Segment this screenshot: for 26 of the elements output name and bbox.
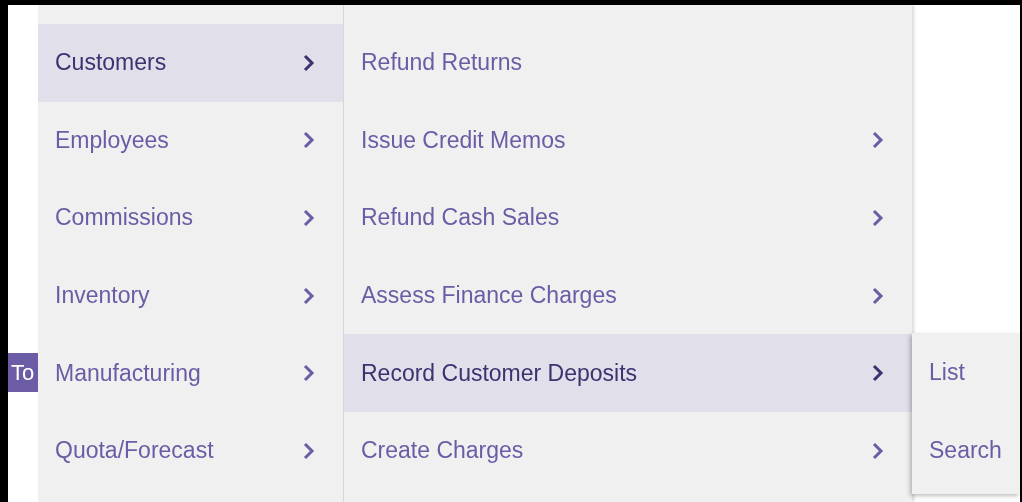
menu-item[interactable]: Employees xyxy=(38,101,343,180)
menu-item[interactable]: Assess Finance Charges xyxy=(344,256,912,335)
chevron-right-icon xyxy=(303,53,315,72)
menu-item[interactable]: Record Customer Deposits xyxy=(344,334,912,412)
menu-item[interactable]: Inventory xyxy=(38,256,343,335)
menu-item[interactable]: Manufacturing xyxy=(38,334,343,412)
menu-item[interactable]: Commissions xyxy=(38,179,343,257)
chevron-right-icon xyxy=(303,131,315,150)
menu-item[interactable]: Refund Cash Sales xyxy=(344,179,912,257)
chevron-right-icon xyxy=(872,131,884,150)
chevron-right-icon xyxy=(872,441,884,460)
menu-item[interactable]: Create Charges xyxy=(344,411,912,490)
chevron-right-icon xyxy=(303,364,315,383)
menu-item[interactable]: Search xyxy=(912,411,1020,490)
chevron-right-icon xyxy=(303,209,315,227)
chevron-right-icon xyxy=(872,364,884,383)
toolbar-button[interactable]: To xyxy=(8,353,38,392)
menu-item[interactable]: Customers xyxy=(38,24,343,102)
menu-item[interactable]: Refund Returns xyxy=(344,24,912,102)
menu-item[interactable]: List xyxy=(912,334,1020,412)
chevron-right-icon xyxy=(872,209,884,227)
chevron-right-icon xyxy=(303,286,315,305)
chevron-right-icon xyxy=(872,286,884,305)
menu-item[interactable]: Quota/Forecast xyxy=(38,411,343,490)
menu-item[interactable]: Issue Credit Memos xyxy=(344,101,912,180)
chevron-right-icon xyxy=(303,441,315,460)
